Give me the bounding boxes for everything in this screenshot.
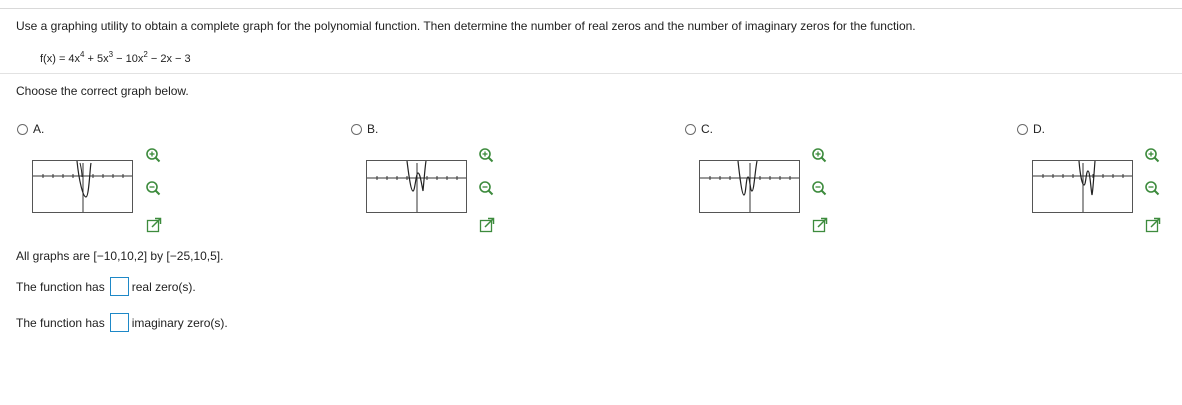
function-expression: f(x) = 4x4 + 5x3 − 10x2 − 2x − 3 [40, 50, 191, 66]
option-c-radio[interactable]: C. [685, 122, 713, 136]
option-b-label: B. [367, 122, 379, 136]
radio-icon[interactable] [17, 123, 28, 135]
imaginary-zeros-input[interactable] [109, 313, 129, 332]
option-a-graph [32, 160, 133, 213]
expand-icon[interactable] [1145, 217, 1161, 233]
radio-icon[interactable] [1017, 123, 1028, 135]
option-b-radio[interactable]: B. [351, 122, 378, 136]
top-divider [0, 8, 1182, 9]
imaginary-zeros-prefix: The function has [16, 315, 105, 330]
expand-icon[interactable] [812, 217, 828, 233]
option-b-graph [366, 160, 467, 213]
option-c-graph [699, 160, 800, 213]
zoom-in-icon[interactable] [145, 147, 161, 163]
option-a-label: A. [33, 122, 45, 136]
zoom-out-icon[interactable] [1144, 180, 1160, 196]
option-c-label: C. [701, 122, 713, 136]
graph-range-note: All graphs are [−10,10,2] by [−25,10,5]. [16, 249, 224, 263]
radio-icon[interactable] [351, 123, 362, 135]
expand-icon[interactable] [479, 217, 495, 233]
zoom-out-icon[interactable] [145, 180, 161, 196]
real-zeros-row: The function has real zero(s). [16, 277, 196, 296]
zoom-in-icon[interactable] [1144, 147, 1160, 163]
zoom-out-icon[interactable] [478, 180, 494, 196]
option-d-graph [1032, 160, 1133, 213]
zoom-out-icon[interactable] [811, 180, 827, 196]
radio-icon[interactable] [685, 123, 696, 135]
option-d-label: D. [1033, 122, 1045, 136]
function-divider [0, 73, 1182, 74]
real-zeros-suffix: real zero(s). [131, 279, 196, 294]
imaginary-zeros-row: The function has imaginary zero(s). [16, 313, 228, 332]
zoom-in-icon[interactable] [811, 147, 827, 163]
zoom-in-icon[interactable] [478, 147, 494, 163]
question-instruction: Use a graphing utility to obtain a compl… [16, 19, 916, 33]
option-d-radio[interactable]: D. [1017, 122, 1045, 136]
real-zeros-prefix: The function has [16, 279, 105, 294]
option-a-radio[interactable]: A. [17, 122, 44, 136]
real-zeros-input[interactable] [109, 277, 129, 296]
imaginary-zeros-suffix: imaginary zero(s). [131, 315, 228, 330]
expand-icon[interactable] [146, 217, 162, 233]
choose-prompt: Choose the correct graph below. [16, 84, 189, 98]
